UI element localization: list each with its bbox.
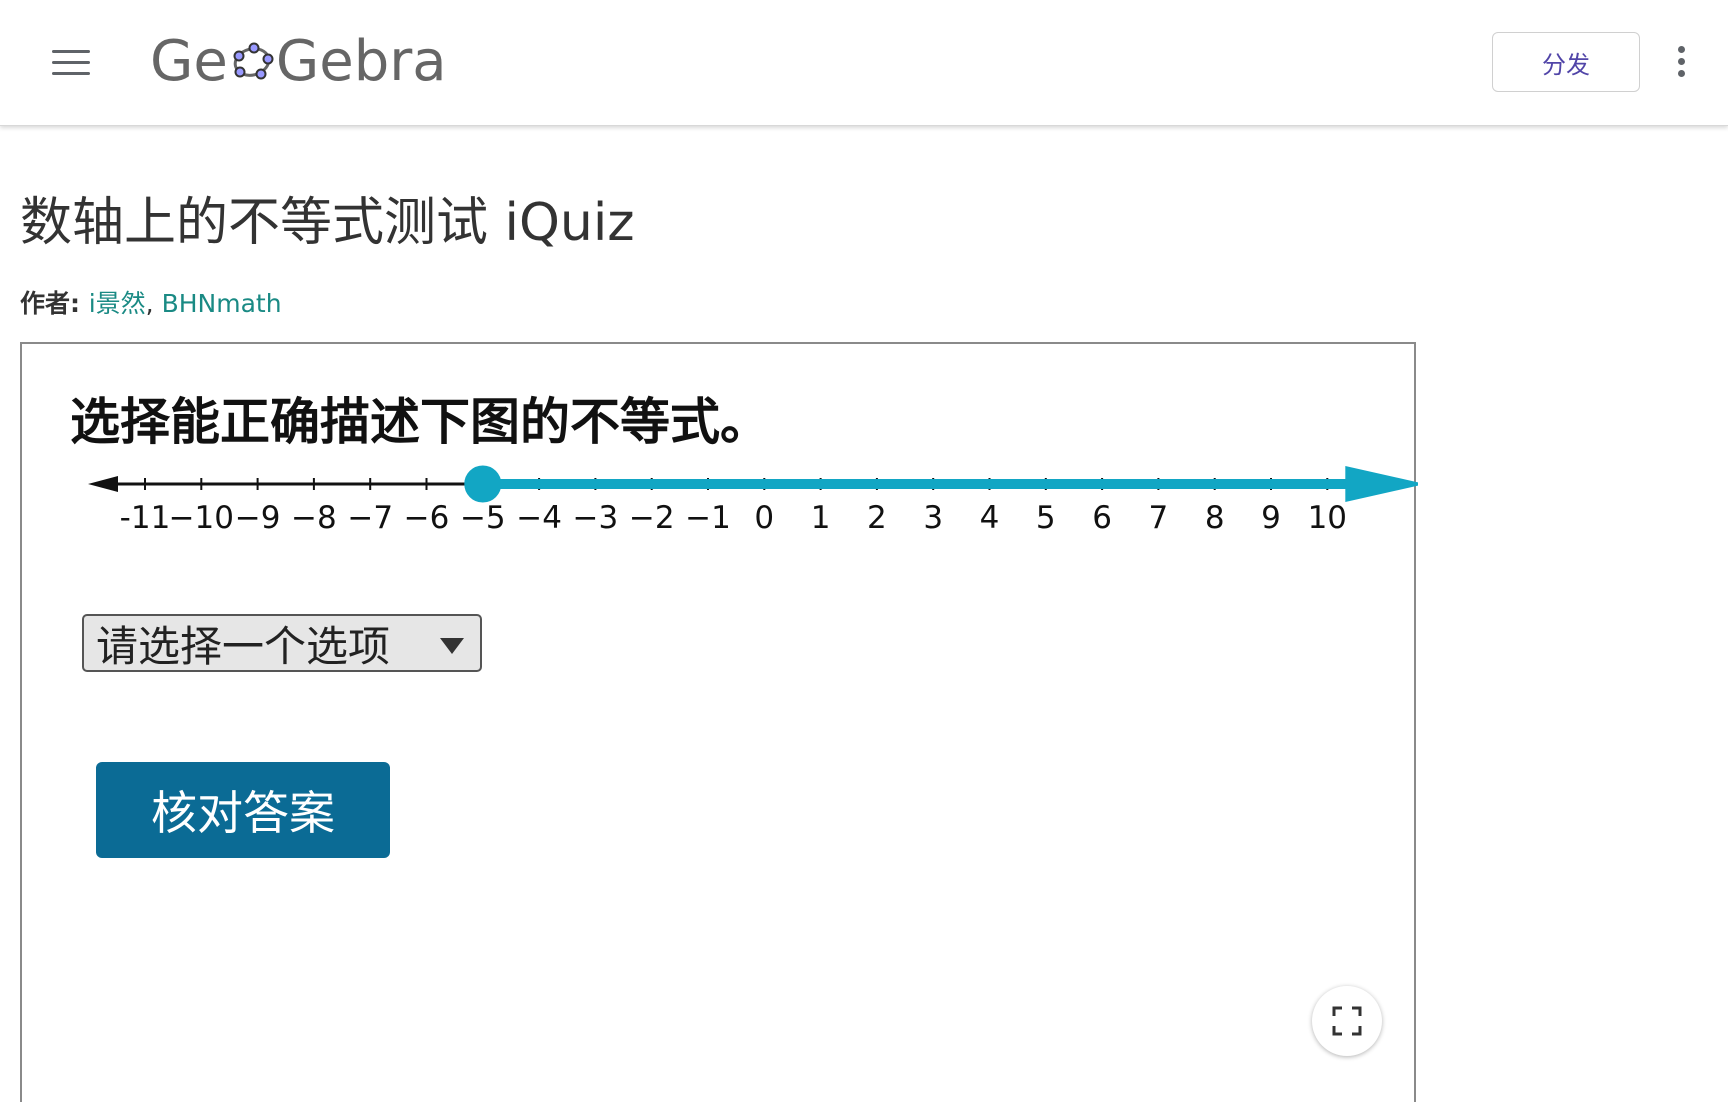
geogebra-logo-icon [233,42,274,80]
endpoint-point [464,465,502,503]
more-options-icon[interactable] [1674,44,1690,80]
author-link-1[interactable]: i景然 [89,289,146,318]
tick-label: 1 [811,500,831,536]
author-separator: , [145,289,162,318]
fullscreen-icon [1332,1006,1362,1036]
tick-label: 9 [1261,500,1281,536]
check-answer-button[interactable]: 核对答案 [96,762,390,858]
logo-text-right: Gebra [275,28,447,94]
tick-label: −7 [347,500,393,536]
top-bar: Ge Gebra 分发 [0,0,1728,126]
solution-ray-arrow [1345,466,1418,502]
tick-label: −2 [629,500,675,536]
geogebra-logo[interactable]: Ge Gebra [150,26,447,96]
geogebra-applet[interactable]: 选择能正确描述下图的不等式。 -11 −10 −9 −8 −7 −6 −5 −4 −3 −2 −1 0… [20,342,1418,1102]
answer-dropdown[interactable]: 请选择一个选项 [82,614,482,672]
tick-label: 10 [1308,500,1347,536]
tick-label: 8 [1205,500,1225,536]
author-label: 作者: [20,289,89,318]
number-line: -11−10 −9 −8 −7 −6 −5 −4 −3 −2 −1 0 1 2 3 4 5 6 7 8 9 10 [88,465,1418,536]
tick-label: 2 [867,500,887,536]
tick-label: -11 [120,500,171,536]
tick-label: 3 [923,500,943,536]
author-line: 作者: i景然, BHNmath [20,284,282,320]
tick-label: 5 [1036,500,1056,536]
tick-label: −4 [516,500,562,536]
tick-label: 0 [754,500,774,536]
page-title: 数轴上的不等式测试 iQuiz [20,193,635,253]
tick-label: −10 [169,500,234,536]
tick-label: −6 [404,500,450,536]
tick-label: 7 [1149,500,1169,536]
tick-label: −1 [685,500,731,536]
tick-label: −3 [573,500,619,536]
axis-left-arrow [88,476,118,492]
tick-label: 4 [980,500,1000,536]
tick-label: −9 [235,500,281,536]
tick-label: −5 [460,500,506,536]
logo-text-left: Ge [150,28,228,94]
hamburger-menu-icon[interactable] [52,48,90,78]
dropdown-selected-value: 请选择一个选项 [96,621,391,671]
dropdown-arrow-icon [440,638,464,654]
tick-label: 6 [1092,500,1112,536]
author-link-2[interactable]: BHNmath [162,289,282,318]
share-button[interactable]: 分发 [1492,32,1640,92]
tick-label: −8 [291,500,337,536]
fullscreen-button[interactable] [1312,986,1382,1056]
